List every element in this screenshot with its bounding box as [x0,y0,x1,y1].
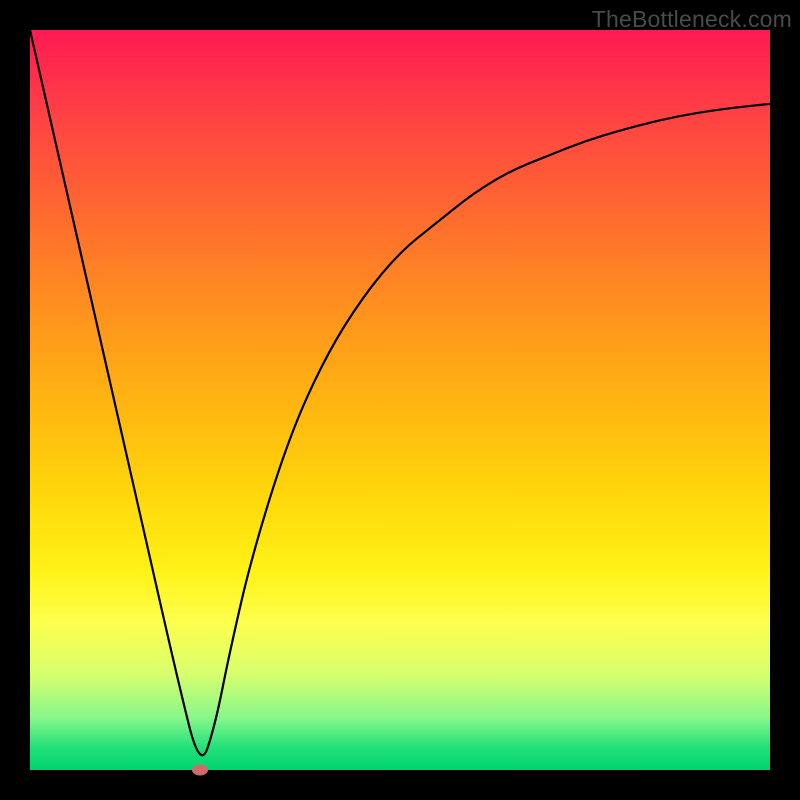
optimal-point-marker [192,765,208,776]
plot-area [30,30,770,770]
bottleneck-curve [30,30,770,770]
chart-frame: TheBottleneck.com [0,0,800,800]
watermark-text: TheBottleneck.com [592,6,792,33]
